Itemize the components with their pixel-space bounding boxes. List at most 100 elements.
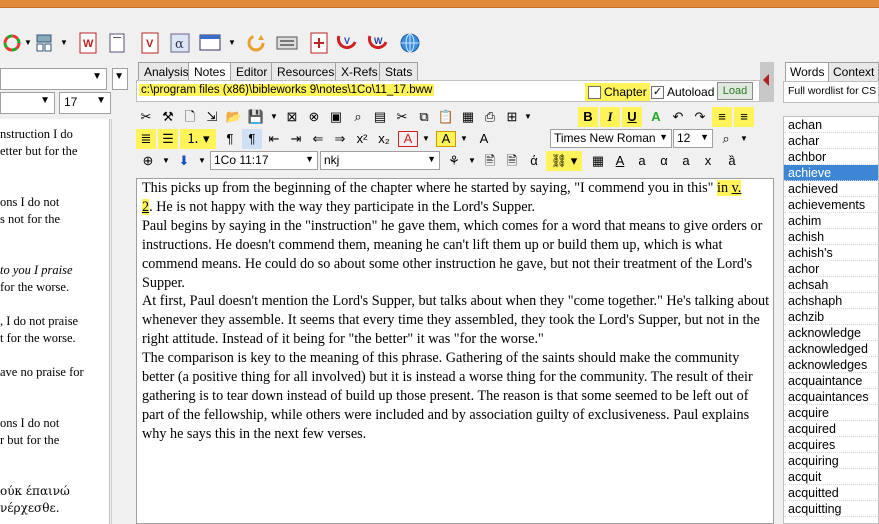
word-list-item[interactable]: acquire: [784, 405, 878, 421]
chevron-down-icon[interactable]: ▼: [462, 151, 482, 171]
bullet-list-icon[interactable]: ☰: [158, 129, 178, 149]
folder-icon[interactable]: 📂: [224, 107, 244, 127]
tab-context[interactable]: Context: [828, 62, 879, 81]
word-list-item[interactable]: acquitted: [784, 485, 878, 501]
word-list-item[interactable]: achor: [784, 261, 878, 277]
new-file-icon[interactable]: 🗋: [180, 107, 200, 127]
word-list-item[interactable]: achish: [784, 229, 878, 245]
word-list[interactable]: achan achar achbor achieve achieved achieveme…: [783, 116, 879, 524]
chevron-down-icon[interactable]: ▼: [454, 129, 474, 149]
scissors-tool-icon[interactable]: ✂: [136, 107, 156, 127]
verse-arrow-icon[interactable]: V: [335, 31, 359, 55]
word-list-item[interactable]: achievements: [784, 197, 878, 213]
notes-editor[interactable]: This picks up from the beginning of the …: [136, 178, 774, 524]
word-list-item[interactable]: achieve: [784, 165, 878, 181]
align-right-icon[interactable]: ≡: [734, 107, 754, 127]
tree-structure-icon[interactable]: ⚘: [444, 151, 464, 171]
word-list-item[interactable]: acquitting: [784, 501, 878, 517]
open-folder-icon[interactable]: ⇲: [202, 107, 222, 127]
add-note-icon[interactable]: [307, 31, 331, 55]
chevron-down-icon[interactable]: ▼: [518, 107, 538, 127]
word-list-item[interactable]: achish's: [784, 245, 878, 261]
font-name-select[interactable]: Times New Roman ▼: [550, 129, 672, 148]
alpha-char-icon[interactable]: a: [676, 151, 696, 171]
word-list-item[interactable]: acquired: [784, 421, 878, 437]
text-color-icon[interactable]: A: [398, 131, 418, 147]
tab-notes[interactable]: Notes: [188, 62, 232, 81]
word-list-item[interactable]: acquaintances: [784, 389, 878, 405]
verse-reference-link[interactable]: v.: [731, 180, 742, 196]
superscript-icon[interactable]: x²: [352, 129, 372, 149]
chapter-checkbox[interactable]: [588, 85, 601, 99]
book-select[interactable]: ▼: [0, 68, 107, 90]
tab-editor[interactable]: Editor: [230, 62, 274, 80]
alpha-char-icon[interactable]: α: [654, 151, 674, 171]
subscript-icon[interactable]: x₂: [374, 129, 394, 149]
chevron-down-icon[interactable]: ▼: [156, 151, 176, 171]
tab-xrefs[interactable]: X-Refs: [335, 62, 384, 80]
word-list-item[interactable]: achzib: [784, 309, 878, 325]
insert-text-icon[interactable]: 🗎: [502, 151, 522, 171]
chevron-down-icon[interactable]: ▼: [192, 151, 212, 171]
underline-a-icon[interactable]: A: [610, 151, 630, 171]
close-doc-icon[interactable]: ⊠: [282, 107, 302, 127]
highlight-color-icon[interactable]: A: [436, 131, 456, 147]
word-list-item[interactable]: acquires: [784, 437, 878, 453]
tab-words[interactable]: Words: [785, 62, 830, 81]
chevron-down-icon[interactable]: ▼: [264, 107, 284, 127]
color-wheel-icon[interactable]: [0, 31, 24, 55]
copy-icon[interactable]: ⧉: [414, 107, 434, 127]
font-size-select[interactable]: 12 ▼: [673, 129, 713, 148]
undo-icon[interactable]: ↶: [668, 107, 688, 127]
word-list-item[interactable]: acquaintance: [784, 373, 878, 389]
panel-collapse-button[interactable]: [760, 62, 774, 102]
word-list-item[interactable]: acquiring: [784, 453, 878, 469]
verse-word-arrow-icon[interactable]: W: [366, 31, 390, 55]
greek-x-icon[interactable]: x: [698, 151, 718, 171]
notes-file-path[interactable]: c:\program files (x86)\bibleworks 9\note…: [139, 84, 435, 96]
chevron-down-icon[interactable]: ▼: [416, 129, 436, 149]
pilcrow-icon[interactable]: ¶: [220, 129, 240, 149]
print-preview-icon[interactable]: ▦: [458, 107, 478, 127]
justify-icon[interactable]: ≣: [136, 129, 156, 149]
chevron-down-icon[interactable]: ▼: [228, 38, 236, 47]
paragraph-mark-icon[interactable]: ¶: [242, 129, 262, 149]
tab-analysis[interactable]: Analysis: [138, 62, 195, 80]
redo-icon[interactable]: ↷: [690, 107, 710, 127]
word-list-item[interactable]: achshaph: [784, 293, 878, 309]
increase-indent-icon[interactable]: ⇒: [330, 129, 350, 149]
save-icon[interactable]: 💾: [246, 107, 266, 127]
image-icon[interactable]: ▣: [326, 107, 346, 127]
alpha-char-icon[interactable]: a: [632, 151, 652, 171]
word-list-item[interactable]: achan: [784, 117, 878, 133]
greek-icon[interactable]: ά: [524, 151, 544, 171]
word-list-item[interactable]: achim: [784, 213, 878, 229]
version-select[interactable]: ▼: [0, 92, 55, 114]
word-list-item[interactable]: achbor: [784, 149, 878, 165]
word-list-item[interactable]: acknowledge: [784, 325, 878, 341]
left-scrollbar[interactable]: [111, 119, 128, 524]
outdent-icon[interactable]: ⇤: [264, 129, 284, 149]
word-list-item[interactable]: achsah: [784, 277, 878, 293]
wand-icon[interactable]: ⚒: [158, 107, 178, 127]
indent-icon[interactable]: ⇥: [286, 129, 306, 149]
link-icon[interactable]: ⛓ ▾: [546, 151, 582, 171]
load-button[interactable]: Load: [717, 82, 753, 100]
chevron-down-icon[interactable]: ▼: [734, 129, 754, 149]
cut-icon[interactable]: ✂: [392, 107, 412, 127]
chapter-checkbox-group[interactable]: Chapter: [585, 83, 650, 101]
cancel-icon[interactable]: ⊗: [304, 107, 324, 127]
underline-button[interactable]: U: [622, 107, 642, 127]
word-list-item[interactable]: acknowledges: [784, 357, 878, 373]
clear-format-icon[interactable]: ȁ: [722, 151, 742, 171]
zoom-icon[interactable]: ⌕: [716, 129, 736, 149]
chevron-down-icon[interactable]: ▼: [24, 38, 32, 47]
verse-doc-icon[interactable]: V: [138, 31, 162, 55]
insert-icon[interactable]: ▤: [370, 107, 390, 127]
chapter-select[interactable]: 17 ▼: [59, 92, 111, 114]
bold-button[interactable]: B: [578, 107, 598, 127]
zoom-in-icon[interactable]: ⊕: [138, 151, 158, 171]
tree-icon[interactable]: [32, 31, 56, 55]
globe-icon[interactable]: [398, 31, 422, 55]
alpha-icon[interactable]: α: [168, 31, 192, 55]
